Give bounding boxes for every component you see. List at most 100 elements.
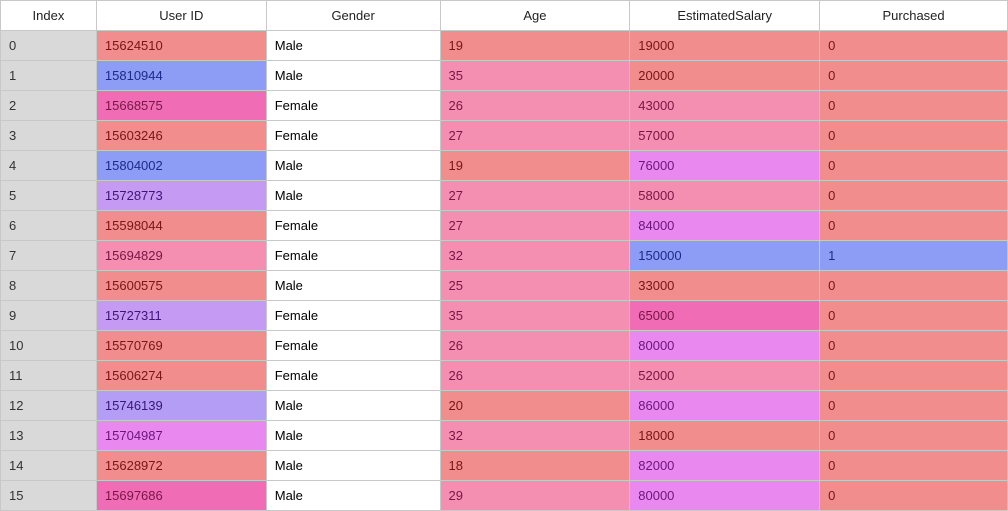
cell-gender[interactable]: Female	[266, 121, 440, 151]
col-header-purchased[interactable]: Purchased	[820, 1, 1008, 31]
cell-age[interactable]: 26	[440, 331, 630, 361]
cell-age[interactable]: 35	[440, 301, 630, 331]
cell-salary[interactable]: 43000	[630, 91, 820, 121]
cell-userid[interactable]: 15628972	[96, 451, 266, 481]
cell-gender[interactable]: Male	[266, 151, 440, 181]
cell-userid[interactable]: 15810944	[96, 61, 266, 91]
cell-age[interactable]: 27	[440, 121, 630, 151]
cell-age[interactable]: 18	[440, 451, 630, 481]
cell-gender[interactable]: Female	[266, 361, 440, 391]
cell-purchased[interactable]: 0	[820, 391, 1008, 421]
cell-index[interactable]: 5	[1, 181, 97, 211]
cell-salary[interactable]: 20000	[630, 61, 820, 91]
col-header-index[interactable]: Index	[1, 1, 97, 31]
cell-index[interactable]: 1	[1, 61, 97, 91]
cell-gender[interactable]: Male	[266, 481, 440, 511]
cell-salary[interactable]: 19000	[630, 31, 820, 61]
cell-gender[interactable]: Female	[266, 241, 440, 271]
cell-age[interactable]: 32	[440, 421, 630, 451]
cell-userid[interactable]: 15728773	[96, 181, 266, 211]
cell-age[interactable]: 19	[440, 151, 630, 181]
cell-index[interactable]: 2	[1, 91, 97, 121]
cell-age[interactable]: 19	[440, 31, 630, 61]
cell-gender[interactable]: Male	[266, 181, 440, 211]
cell-userid[interactable]: 15746139	[96, 391, 266, 421]
cell-index[interactable]: 8	[1, 271, 97, 301]
cell-age[interactable]: 27	[440, 181, 630, 211]
cell-userid[interactable]: 15598044	[96, 211, 266, 241]
cell-purchased[interactable]: 0	[820, 301, 1008, 331]
cell-purchased[interactable]: 0	[820, 31, 1008, 61]
cell-age[interactable]: 25	[440, 271, 630, 301]
cell-purchased[interactable]: 0	[820, 451, 1008, 481]
cell-age[interactable]: 32	[440, 241, 630, 271]
cell-age[interactable]: 20	[440, 391, 630, 421]
cell-userid[interactable]: 15570769	[96, 331, 266, 361]
cell-salary[interactable]: 33000	[630, 271, 820, 301]
cell-index[interactable]: 7	[1, 241, 97, 271]
cell-gender[interactable]: Female	[266, 211, 440, 241]
col-header-salary[interactable]: EstimatedSalary	[630, 1, 820, 31]
cell-purchased[interactable]: 0	[820, 271, 1008, 301]
cell-age[interactable]: 26	[440, 91, 630, 121]
cell-salary[interactable]: 82000	[630, 451, 820, 481]
cell-purchased[interactable]: 0	[820, 421, 1008, 451]
col-header-gender[interactable]: Gender	[266, 1, 440, 31]
cell-gender[interactable]: Male	[266, 421, 440, 451]
col-header-age[interactable]: Age	[440, 1, 630, 31]
cell-index[interactable]: 12	[1, 391, 97, 421]
cell-userid[interactable]: 15603246	[96, 121, 266, 151]
cell-age[interactable]: 27	[440, 211, 630, 241]
col-header-userid[interactable]: User ID	[96, 1, 266, 31]
cell-salary[interactable]: 18000	[630, 421, 820, 451]
cell-index[interactable]: 6	[1, 211, 97, 241]
cell-salary[interactable]: 52000	[630, 361, 820, 391]
cell-purchased[interactable]: 0	[820, 61, 1008, 91]
cell-gender[interactable]: Male	[266, 31, 440, 61]
cell-age[interactable]: 26	[440, 361, 630, 391]
cell-index[interactable]: 9	[1, 301, 97, 331]
cell-index[interactable]: 11	[1, 361, 97, 391]
cell-gender[interactable]: Male	[266, 451, 440, 481]
cell-purchased[interactable]: 0	[820, 151, 1008, 181]
cell-index[interactable]: 14	[1, 451, 97, 481]
cell-purchased[interactable]: 0	[820, 331, 1008, 361]
cell-salary[interactable]: 57000	[630, 121, 820, 151]
cell-userid[interactable]: 15668575	[96, 91, 266, 121]
cell-purchased[interactable]: 0	[820, 121, 1008, 151]
cell-purchased[interactable]: 0	[820, 181, 1008, 211]
cell-userid[interactable]: 15704987	[96, 421, 266, 451]
cell-index[interactable]: 13	[1, 421, 97, 451]
cell-index[interactable]: 10	[1, 331, 97, 361]
cell-gender[interactable]: Female	[266, 91, 440, 121]
cell-gender[interactable]: Male	[266, 271, 440, 301]
cell-purchased[interactable]: 1	[820, 241, 1008, 271]
cell-userid[interactable]: 15697686	[96, 481, 266, 511]
cell-salary[interactable]: 86000	[630, 391, 820, 421]
cell-purchased[interactable]: 0	[820, 91, 1008, 121]
cell-gender[interactable]: Female	[266, 331, 440, 361]
cell-salary[interactable]: 84000	[630, 211, 820, 241]
cell-userid[interactable]: 15727311	[96, 301, 266, 331]
cell-index[interactable]: 3	[1, 121, 97, 151]
cell-age[interactable]: 29	[440, 481, 630, 511]
cell-salary[interactable]: 76000	[630, 151, 820, 181]
cell-salary[interactable]: 80000	[630, 481, 820, 511]
cell-gender[interactable]: Female	[266, 301, 440, 331]
cell-index[interactable]: 0	[1, 31, 97, 61]
cell-userid[interactable]: 15624510	[96, 31, 266, 61]
cell-purchased[interactable]: 0	[820, 211, 1008, 241]
cell-gender[interactable]: Male	[266, 391, 440, 421]
cell-salary[interactable]: 150000	[630, 241, 820, 271]
cell-userid[interactable]: 15606274	[96, 361, 266, 391]
cell-purchased[interactable]: 0	[820, 361, 1008, 391]
cell-salary[interactable]: 80000	[630, 331, 820, 361]
cell-userid[interactable]: 15694829	[96, 241, 266, 271]
cell-gender[interactable]: Male	[266, 61, 440, 91]
cell-index[interactable]: 15	[1, 481, 97, 511]
cell-userid[interactable]: 15804002	[96, 151, 266, 181]
cell-userid[interactable]: 15600575	[96, 271, 266, 301]
cell-salary[interactable]: 65000	[630, 301, 820, 331]
cell-index[interactable]: 4	[1, 151, 97, 181]
cell-salary[interactable]: 58000	[630, 181, 820, 211]
